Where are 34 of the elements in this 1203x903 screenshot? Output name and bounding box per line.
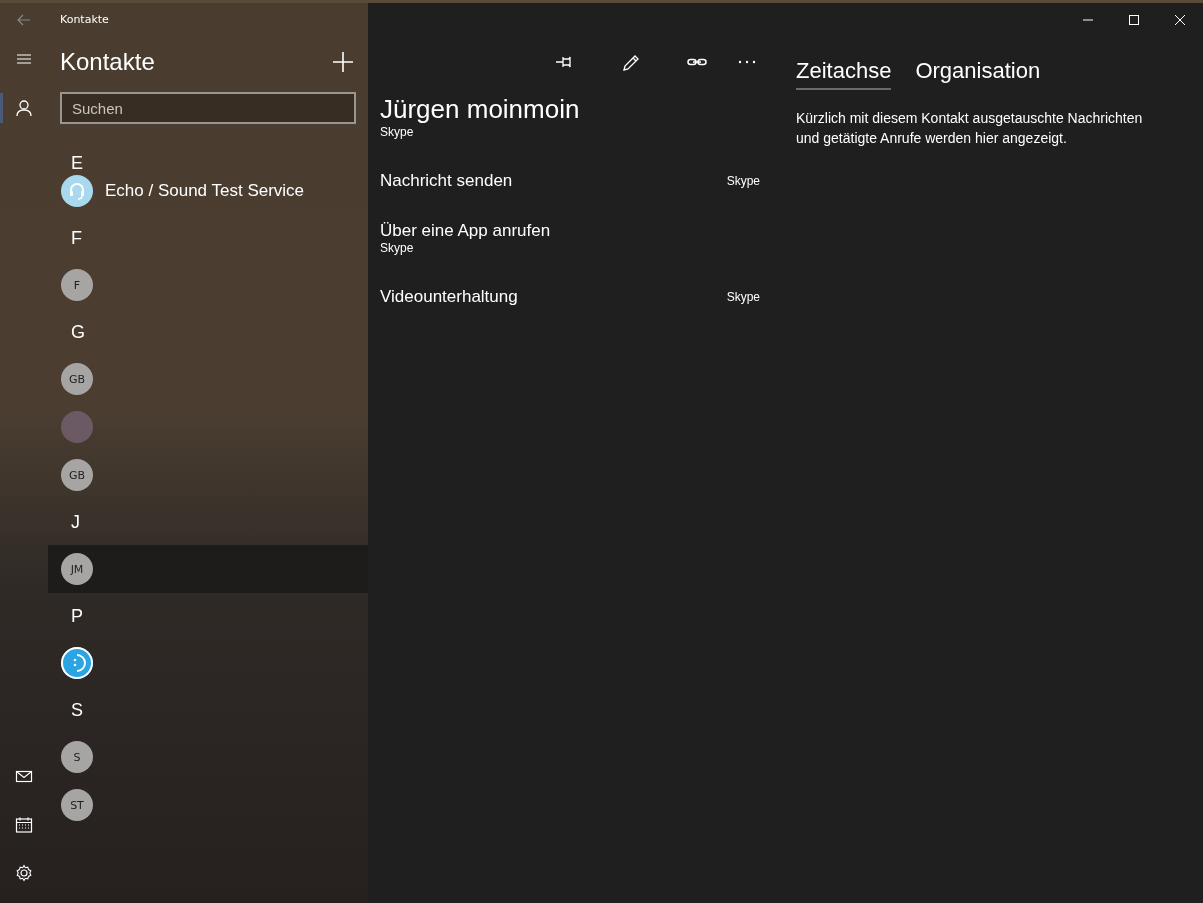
group-letter[interactable]: F xyxy=(48,215,368,261)
search-field[interactable]: Suchen xyxy=(60,92,356,124)
person-icon[interactable] xyxy=(15,99,33,117)
tab[interactable]: Zeitachse xyxy=(796,54,892,90)
add-button[interactable] xyxy=(332,51,354,73)
contact-avatar: S xyxy=(61,741,93,773)
headset-avatar-icon xyxy=(61,175,93,207)
selected-contact-row[interactable]: JM xyxy=(48,545,368,593)
contact-avatar: GB xyxy=(61,363,93,395)
action-item[interactable]: Nachricht senden Skype xyxy=(380,171,764,191)
source-label: Skype xyxy=(380,125,415,139)
close-icon[interactable] xyxy=(1174,13,1186,26)
group-letter[interactable]: P xyxy=(48,593,368,639)
window-title: Kontakte xyxy=(60,13,109,26)
calendar-icon[interactable] xyxy=(15,816,33,834)
maximize-icon[interactable] xyxy=(1128,13,1140,26)
group-letter[interactable]: E xyxy=(48,148,368,167)
group-letter[interactable]: J xyxy=(48,499,368,545)
group-letter[interactable]: S xyxy=(48,687,368,733)
contact-avatar: JM xyxy=(61,553,93,585)
timeline-message: Kürzlich mit diesem Kontakt ausgetauschte Nachrichten und getätigte Anrufe werden hier angezeigt. xyxy=(796,109,1144,148)
group-letter[interactable]: G xyxy=(48,309,368,355)
tab[interactable]: Organisation xyxy=(915,54,1041,90)
contact-name: Echo / Sound Test Service xyxy=(105,181,305,201)
contact-name: Jürgen moinmoin xyxy=(380,94,581,125)
action-item[interactable]: Videounterhaltung Skype xyxy=(380,287,764,307)
settings-icon[interactable] xyxy=(15,864,33,882)
contact-avatar: ST xyxy=(61,789,93,821)
action-item[interactable]: Über eine App anrufen Skype xyxy=(380,221,764,255)
contact-avatar: F xyxy=(61,269,93,301)
contact-avatar: GB xyxy=(61,459,93,491)
smiley-avatar-icon xyxy=(61,647,93,679)
photo-placeholder xyxy=(61,411,93,443)
pane-title: Kontakte xyxy=(60,48,155,76)
